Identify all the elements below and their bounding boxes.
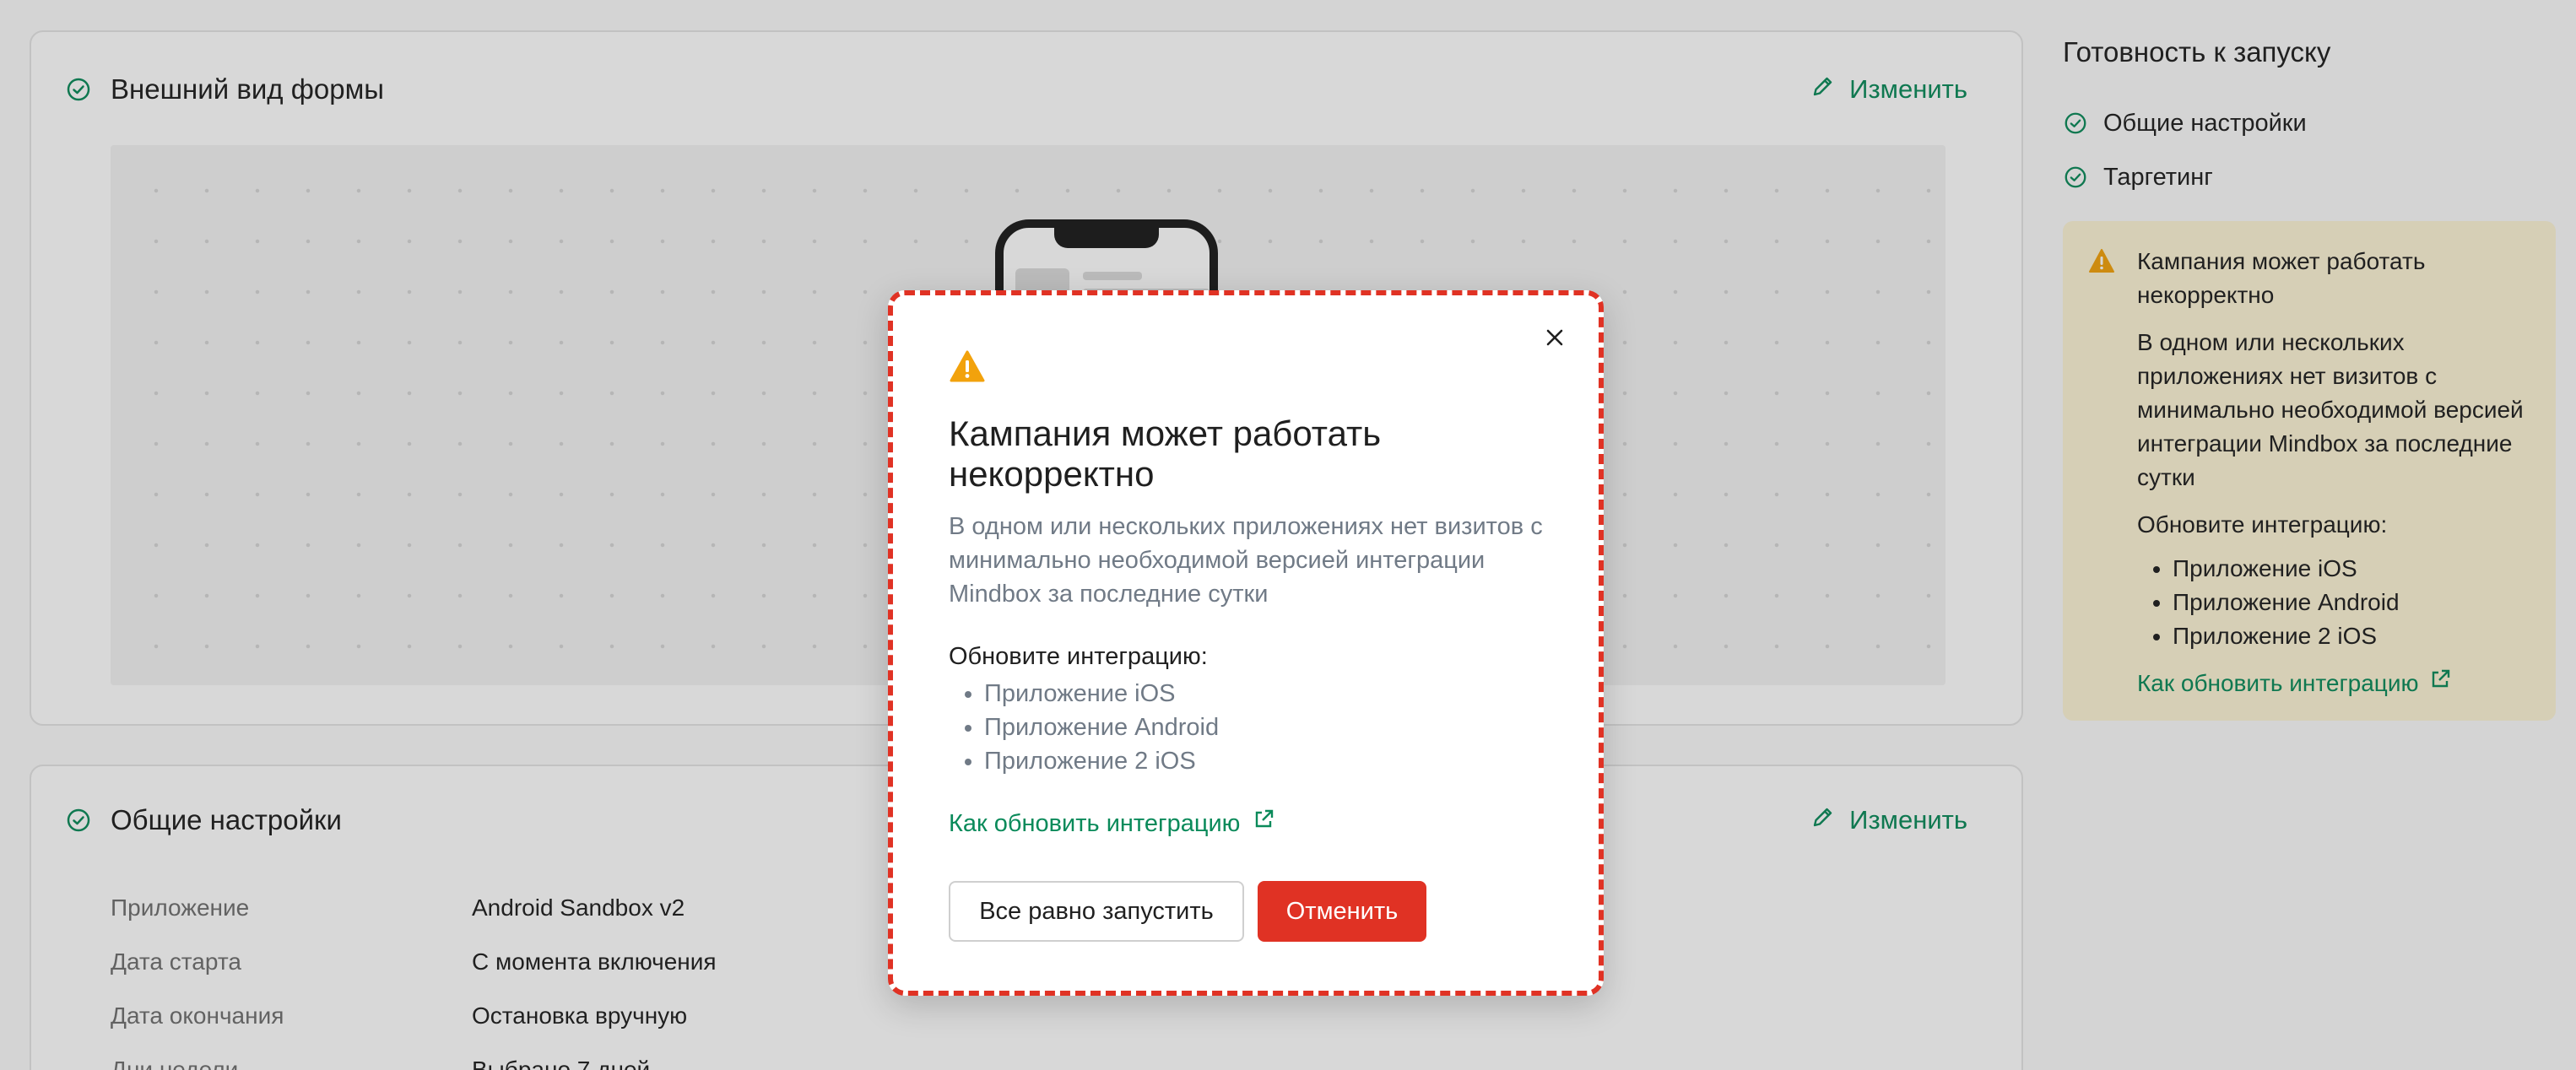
- close-icon[interactable]: [1541, 324, 1568, 351]
- cancel-button[interactable]: Отменить: [1258, 881, 1426, 942]
- update-integration-label: Как обновить интеграцию: [949, 810, 1241, 837]
- modal-title: Кампания может работать некорректно: [949, 413, 1382, 494]
- modal-app-list: Приложение iOS Приложение Android Прилож…: [949, 677, 1219, 778]
- list-item: Приложение iOS: [984, 677, 1219, 711]
- modal-actions: Все равно запустить Отменить: [949, 881, 1426, 942]
- page: Внешний вид формы Изменить Общие настрой…: [0, 0, 2576, 1070]
- external-link-icon: [1252, 807, 1275, 840]
- list-item: Приложение Android: [984, 711, 1219, 744]
- launch-anyway-button[interactable]: Все равно запустить: [949, 881, 1244, 942]
- modal-update-integration-link[interactable]: Как обновить интеграцию: [949, 807, 1275, 840]
- list-item: Приложение 2 iOS: [984, 744, 1219, 778]
- modal-description: В одном или нескольких приложениях нет в…: [949, 513, 1543, 608]
- modal-subtitle: Обновите интеграцию:: [949, 643, 1208, 670]
- warning-modal: Кампания может работать некорректно В од…: [888, 290, 1604, 996]
- warning-icon: [949, 349, 986, 383]
